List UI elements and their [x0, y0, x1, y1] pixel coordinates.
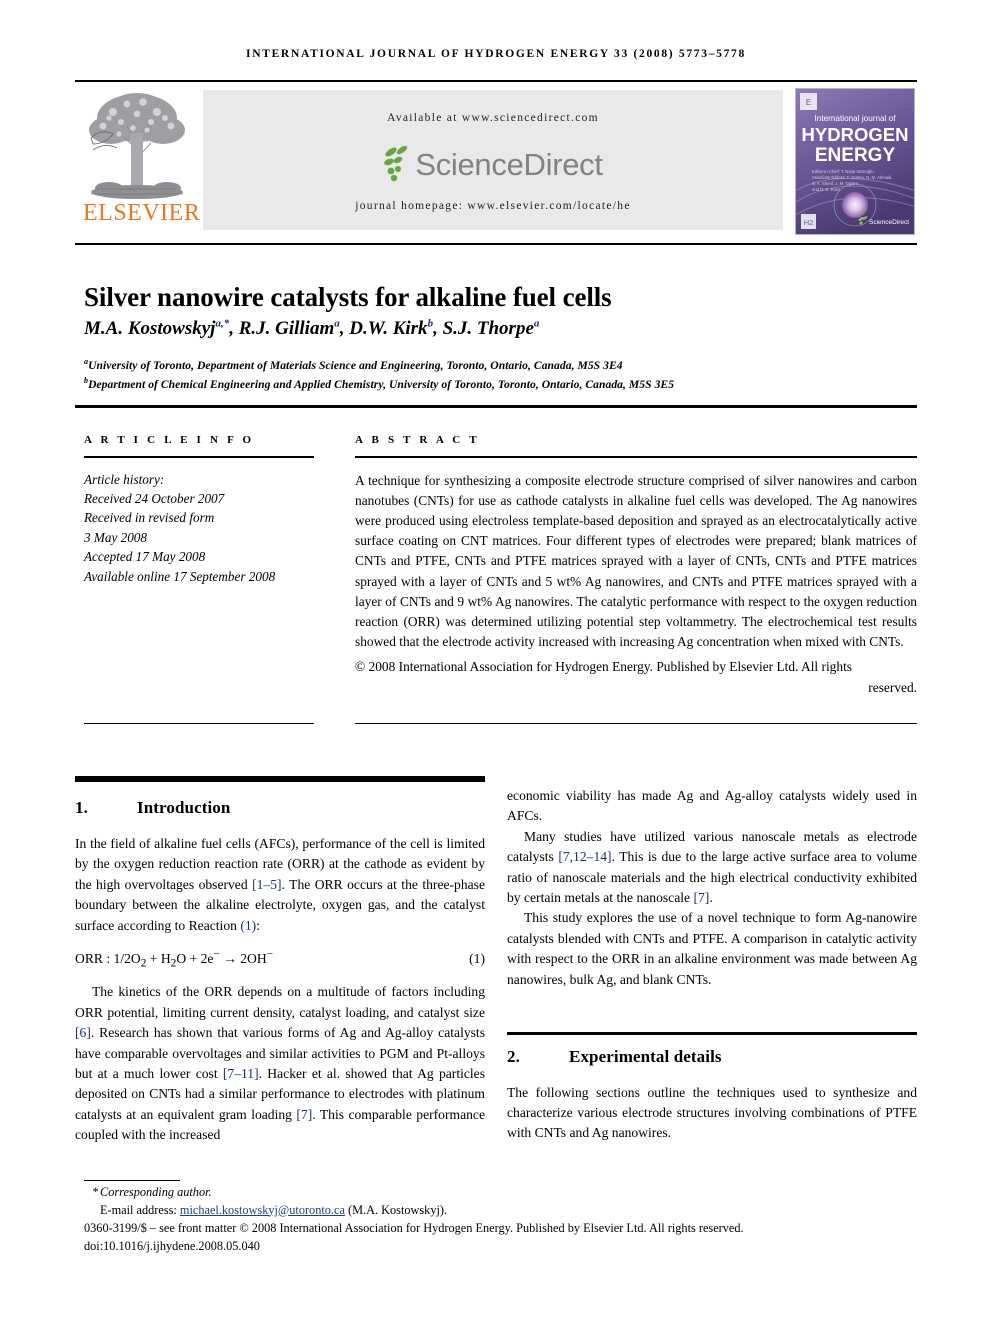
svg-text:and D. K. Ross: and D. K. Ross [812, 187, 840, 192]
author-list: M.A. Kostowskyja,*, R.J. Gilliama, D.W. … [84, 317, 540, 339]
elsevier-logo: ELSEVIER [83, 88, 201, 233]
abstract-heading: A B S T R A C T [355, 434, 480, 446]
elsevier-wordmark: ELSEVIER [83, 200, 201, 226]
affiliation-a: aUniversity of Toronto, Department of Ma… [84, 357, 623, 372]
citation-link-6[interactable]: [6] [75, 1025, 91, 1040]
sciencedirect-logo: ScienceDirect [203, 142, 783, 188]
citation-link-1-5[interactable]: [1–5] [252, 877, 281, 892]
header-top-rule [75, 80, 917, 82]
abstract-rule [355, 456, 917, 458]
experimental-section-bar [507, 1032, 917, 1035]
body-column-left: 1. Introduction In the field of alkaline … [75, 786, 485, 1146]
intro-paragraph-1: In the field of alkaline fuel cells (AFC… [75, 834, 485, 936]
svg-text:H2: H2 [804, 218, 814, 227]
journal-cover-thumbnail: E International journal of HYDROGEN ENER… [795, 88, 915, 235]
front-matter-line: 0360-3199/$ – see front matter © 2008 In… [84, 1221, 744, 1236]
article-info-heading: A R T I C L E I N F O [84, 434, 255, 446]
journal-homepage-text: journal homepage: www.elsevier.com/locat… [355, 200, 631, 212]
heading-introduction-number: 1. [75, 798, 88, 817]
citation-link-7-12-14[interactable]: [7,12–14] [558, 849, 611, 864]
svg-text:International journal of: International journal of [814, 114, 896, 123]
equation-link-1[interactable]: (1) [240, 918, 256, 933]
abstract-copyright-last: reserved. [868, 679, 917, 695]
article-history-line: Received 24 October 2007 [84, 491, 225, 506]
svg-text:Editor-in-Chief: T. Nejat Vez: Editor-in-Chief: T. Nejat Veziroğlu [812, 169, 874, 174]
running-head: INTERNATIONAL JOURNAL OF HYDROGEN ENERGY… [246, 48, 746, 60]
intro-p3-part3: . [709, 890, 713, 906]
corresponding-author-text: Corresponding author. [100, 1185, 212, 1199]
header-bottom-rule [75, 243, 917, 245]
sciencedirect-wordmark: ScienceDirect [415, 147, 603, 183]
abstract-block: A B S T R A C T A technique for synthesi… [355, 434, 917, 698]
abstract-copyright: © 2008 International Association for Hyd… [355, 657, 917, 697]
article-info-rule [84, 456, 314, 458]
svg-text:HYDROGEN: HYDROGEN [802, 124, 909, 145]
paper-page: INTERNATIONAL JOURNAL OF HYDROGEN ENERGY… [0, 0, 992, 1323]
heading-experimental-title: Experimental details [569, 1046, 722, 1066]
elsevier-tree-icon [83, 88, 191, 200]
intro-paragraph-2-cont: economic viability has made Ag and Ag-al… [507, 786, 917, 827]
footnote-rule [84, 1180, 180, 1182]
article-info-block: A R T I C L E I N F O Article history: R… [84, 434, 314, 586]
email-suffix: (M.A. Kostowskyj). [344, 1202, 448, 1217]
footnote-block: * Corresponding author. E-mail address: m… [84, 1184, 919, 1255]
intro-section-bar [75, 776, 485, 782]
svg-text:Associate Editors: T. Gorton,: Associate Editors: T. Gorton, N. M. Ahma… [812, 175, 892, 180]
intro-paragraph-3: Many studies have utilized various nanos… [507, 827, 917, 909]
email-label: E-mail address: [100, 1202, 180, 1217]
svg-text:ScienceDirect: ScienceDirect [869, 219, 909, 226]
page-title: Silver nanowire catalysts for alkaline f… [84, 282, 612, 313]
abstract-text: A technique for synthesizing a composite… [355, 472, 917, 650]
intro-paragraph-4: This study explores the use of a novel t… [507, 910, 917, 987]
article-history-line: Received in revised form [84, 510, 215, 526]
article-history-label: Article history: [84, 471, 165, 487]
sciencedirect-band: Available at www.sciencedirect.com Scien… [203, 90, 783, 230]
heading-introduction: 1. Introduction [75, 798, 485, 818]
citation-link-7a[interactable]: [7] [296, 1107, 312, 1122]
citation-link-7b[interactable]: [7] [693, 890, 709, 905]
intro-p2-tail: economic viability has made Ag and Ag-al… [507, 788, 917, 824]
abstract-bottom-rule [355, 723, 917, 725]
heading-experimental-number: 2. [507, 1046, 520, 1066]
heading-introduction-title: Introduction [137, 798, 231, 817]
sciencedirect-leaves-icon [383, 146, 413, 184]
available-at-text: Available at www.sciencedirect.com [387, 112, 599, 124]
svg-text:S. A. Sherif, J. M. Ogden: S. A. Sherif, J. M. Ogden [812, 181, 859, 186]
citation-link-7-11[interactable]: [7–11] [223, 1066, 259, 1081]
article-history-line: 3 May 2008 [84, 529, 147, 545]
journal-cover-art: E International journal of HYDROGEN ENER… [796, 89, 914, 234]
experimental-paragraph-1: The following sections outline the techn… [507, 1084, 917, 1141]
article-history-line: Available online 17 September 2008 [84, 568, 276, 584]
elsevier-tree-svg [83, 88, 191, 200]
doi-line: doi:10.1016/j.ijhydene.2008.05.040 [84, 1238, 260, 1253]
intro-p1-part3: : [256, 917, 260, 933]
affiliation-a-text: University of Toronto, Department of Mat… [88, 359, 623, 372]
heading-experimental: 2. Experimental details [507, 1047, 917, 1067]
article-history-line: Accepted 17 May 2008 [84, 549, 206, 565]
email-line: E-mail address: michael.kostowskyj@utoro… [84, 1202, 919, 1220]
equation-1-body: ORR : 1/2O2 + H2O + 2e− → 2OH− [75, 948, 274, 970]
intro-p2-part1: The kinetics of the ORR depends on a mul… [75, 984, 485, 1020]
authors-bottom-rule [75, 405, 917, 408]
footnote-star: * [92, 1185, 99, 1199]
svg-text:E: E [806, 98, 811, 107]
article-info-bottom-rule [84, 723, 314, 725]
intro-paragraph-2: The kinetics of the ORR depends on a mul… [75, 982, 485, 1145]
body-column-right: economic viability has made Ag and Ag-al… [507, 786, 917, 1144]
abstract-copyright-text: © 2008 International Association for Hyd… [355, 659, 852, 675]
email-link[interactable]: michael.kostowskyj@utoronto.ca [180, 1203, 345, 1217]
svg-text:ENERGY: ENERGY [815, 145, 896, 166]
affiliation-b: bDepartment of Chemical Engineering and … [84, 376, 675, 391]
journal-header-band: ELSEVIER Available at www.sciencedirect.… [75, 88, 917, 235]
equation-1-number: (1) [469, 951, 485, 967]
article-history: Article history: Received 24 October 200… [84, 470, 314, 586]
affiliation-b-text: Department of Chemical Engineering and A… [88, 378, 675, 391]
corresponding-author-line: * Corresponding author. [84, 1184, 919, 1202]
equation-1: ORR : 1/2O2 + H2O + 2e− → 2OH− (1) [75, 948, 485, 970]
